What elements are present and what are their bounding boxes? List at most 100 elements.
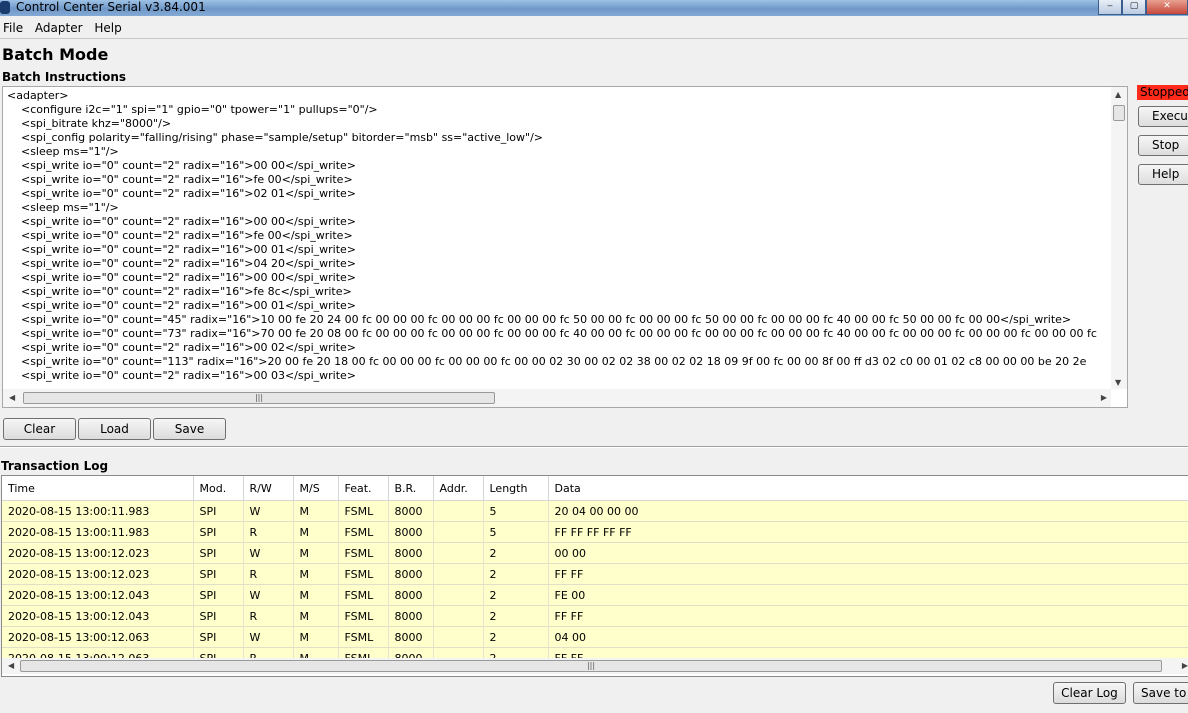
cell-length: 2 (483, 584, 549, 606)
cell-read-write: W (243, 584, 294, 606)
table-row[interactable]: 2020-08-15 13:00:12.023 SPI W M FSML 8000 2 00 … (2, 542, 1188, 564)
batch-instructions-text[interactable]: <adapter> <configure i2c="1" spi="1" gpi… (7, 89, 1107, 389)
scroll-left-icon[interactable]: ◀ (8, 661, 14, 670)
cell-data: FE 00 (548, 584, 1188, 606)
clear-button[interactable]: Clear (3, 418, 76, 440)
batch-line: <spi_write io="0" count="113" radix="16"… (7, 355, 1087, 368)
menu-help[interactable]: Help (90, 18, 125, 38)
cell-read-write: W (243, 626, 294, 648)
cell-read-write: R (243, 521, 294, 543)
cell-time: 2020-08-15 13:00:12.043 (2, 605, 194, 627)
transaction-log-heading: Transaction Log (1, 459, 109, 473)
cell-features: FSML (338, 584, 389, 606)
batch-line: <spi_write io="0" count="73" radix="16">… (7, 327, 1097, 340)
execute-button[interactable]: Execute (1138, 106, 1188, 127)
scroll-thumb[interactable]: ||| (23, 392, 495, 404)
batch-line: <spi_write io="0" count="2" radix="16">0… (7, 187, 357, 200)
cell-length: 2 (483, 542, 549, 564)
cell-read-write: R (243, 605, 294, 627)
scroll-down-icon[interactable]: ▼ (1115, 378, 1121, 387)
window-title: Control Center Serial v3.84.001 (16, 0, 206, 14)
cell-module: SPI (193, 500, 244, 522)
table-row[interactable]: 2020-08-15 13:00:11.983 SPI W M FSML 8000 5 20 … (2, 500, 1188, 522)
maximize-icon[interactable]: ▢ (1122, 0, 1146, 15)
cell-address (433, 521, 484, 543)
batch-line: <spi_write io="0" count="2" radix="16">0… (7, 159, 357, 172)
log-horizontal-scrollbar[interactable]: ◀ ||| ▶ (2, 658, 1188, 674)
save-button[interactable]: Save (153, 418, 226, 440)
cell-length: 2 (483, 626, 549, 648)
batch-line: <sleep ms="1"/> (7, 201, 119, 214)
table-row[interactable]: 2020-08-15 13:00:11.983 SPI R M FSML 8000 5 FF … (2, 521, 1188, 543)
batch-instructions-heading: Batch Instructions (2, 70, 127, 84)
section-divider (0, 446, 1188, 448)
close-icon[interactable]: ✕ (1146, 0, 1188, 15)
batch-line: <spi_write io="0" count="2" radix="16">0… (7, 369, 357, 382)
minimize-icon[interactable]: ‒ (1098, 0, 1122, 15)
cell-time: 2020-08-15 13:00:11.983 (2, 500, 194, 522)
cell-module: SPI (193, 563, 244, 585)
column-header-address[interactable]: Addr. (433, 476, 484, 501)
batch-line: <spi_write io="0" count="2" radix="16">0… (7, 243, 357, 256)
cell-bitrate: 8000 (388, 626, 434, 648)
batch-line: <spi_write io="0" count="2" radix="16">f… (7, 229, 353, 242)
save-to-button[interactable]: Save to (1133, 682, 1188, 704)
column-header-time[interactable]: Time (2, 476, 194, 501)
batch-line: <spi_write io="0" count="2" radix="16">0… (7, 341, 357, 354)
table-row[interactable]: 2020-08-15 13:00:12.023 SPI R M FSML 8000 2 FF … (2, 563, 1188, 585)
window-controls: ‒ ▢ ✕ (1098, 0, 1188, 15)
batch-line: <spi_write io="0" count="2" radix="16">0… (7, 299, 357, 312)
batch-instructions-editor[interactable]: <adapter> <configure i2c="1" spi="1" gpi… (2, 86, 1128, 408)
scroll-right-icon[interactable]: ▶ (1182, 661, 1188, 670)
clear-log-button[interactable]: Clear Log (1053, 682, 1126, 704)
table-row[interactable]: 2020-08-15 13:00:12.043 SPI W M FSML 8000 2 FE … (2, 584, 1188, 606)
cell-master-slave: M (293, 500, 339, 522)
table-row[interactable]: 2020-08-15 13:00:12.043 SPI R M FSML 8000 2 FF … (2, 605, 1188, 627)
scroll-left-icon[interactable]: ◀ (9, 393, 15, 402)
cell-features: FSML (338, 521, 389, 543)
log-header-row: Time Mod. R/W M/S Feat. B.R. Addr. Lengt… (2, 476, 1188, 501)
column-header-features[interactable]: Feat. (338, 476, 389, 501)
scroll-up-icon[interactable]: ▲ (1115, 90, 1121, 99)
batch-line: <configure i2c="1" spi="1" gpio="0" tpow… (7, 103, 378, 116)
status-badge: Stopped (1137, 85, 1188, 100)
column-header-module[interactable]: Mod. (193, 476, 244, 501)
scroll-right-icon[interactable]: ▶ (1101, 393, 1107, 402)
load-button[interactable]: Load (78, 418, 151, 440)
batch-horizontal-scrollbar[interactable]: ◀ ||| ▶ (3, 389, 1111, 407)
title-bar: Control Center Serial v3.84.001 ‒ ▢ ✕ (0, 0, 1188, 16)
cell-address (433, 563, 484, 585)
cell-module: SPI (193, 605, 244, 627)
cell-address (433, 542, 484, 564)
cell-time: 2020-08-15 13:00:12.023 (2, 563, 194, 585)
table-row[interactable]: 2020-08-15 13:00:12.063 SPI W M FSML 8000 2 04 … (2, 626, 1188, 648)
app-icon (0, 1, 10, 14)
cell-time: 2020-08-15 13:00:12.023 (2, 542, 194, 564)
cell-module: SPI (193, 584, 244, 606)
cell-data: 00 00 (548, 542, 1188, 564)
batch-line: <spi_write io="0" count="2" radix="16">0… (7, 215, 357, 228)
cell-time: 2020-08-15 13:00:12.043 (2, 584, 194, 606)
batch-line: <spi_write io="0" count="2" radix="16">f… (7, 173, 353, 186)
page-title: Batch Mode (2, 45, 109, 64)
column-header-length[interactable]: Length (483, 476, 549, 501)
column-header-data[interactable]: Data (548, 476, 1188, 501)
cell-bitrate: 8000 (388, 584, 434, 606)
transaction-log-table[interactable]: Time Mod. R/W M/S Feat. B.R. Addr. Lengt… (1, 475, 1188, 677)
column-header-bitrate[interactable]: B.R. (388, 476, 434, 501)
cell-address (433, 584, 484, 606)
batch-vertical-scrollbar[interactable]: ▲ ▼ (1111, 87, 1127, 389)
cell-read-write: W (243, 500, 294, 522)
stop-button[interactable]: Stop (1138, 135, 1188, 156)
cell-features: FSML (338, 626, 389, 648)
menu-adapter[interactable]: Adapter (31, 18, 87, 38)
column-header-master-slave[interactable]: M/S (293, 476, 339, 501)
scroll-thumb[interactable] (1113, 105, 1125, 121)
cell-master-slave: M (293, 584, 339, 606)
cell-features: FSML (338, 563, 389, 585)
column-header-read-write[interactable]: R/W (243, 476, 294, 501)
cell-bitrate: 8000 (388, 521, 434, 543)
help-button[interactable]: Help (1138, 164, 1188, 185)
scroll-thumb[interactable]: ||| (20, 660, 1162, 672)
menu-file[interactable]: File (0, 18, 27, 38)
